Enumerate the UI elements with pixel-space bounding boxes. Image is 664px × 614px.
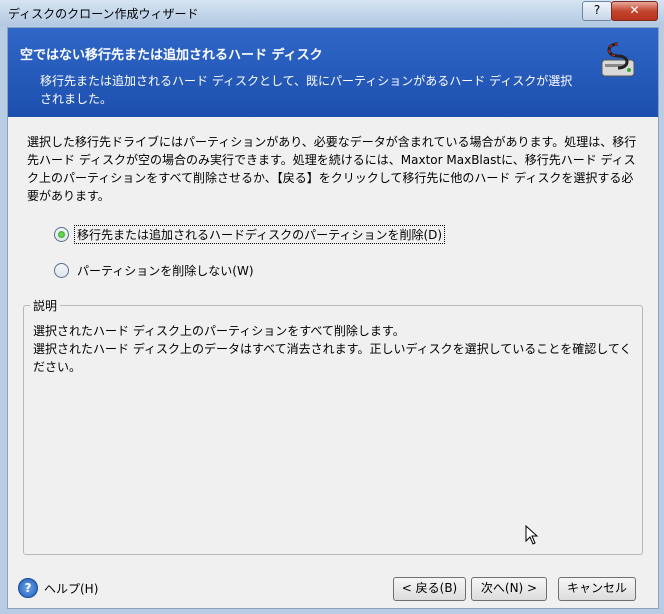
window-title: ディスクのクローン作成ウィザード [8,7,199,21]
description-line-2: 選択されたハード ディスク上のデータはすべて消去されます。正しいディスクを選択し… [33,342,632,374]
radio-keep[interactable] [54,263,69,278]
cancel-button[interactable]: キャンセル [558,577,636,601]
wizard-window: 空ではない移行先または追加されるハード ディスク 移行先または追加されるハード … [7,27,659,609]
header-subtitle: 移行先または追加されるハード ディスクとして、既にパーティションがあるハード デ… [40,74,573,106]
wizard-header: 空ではない移行先または追加されるハード ディスク 移行先または追加されるハード … [8,28,658,117]
title-help-button[interactable]: ? [582,1,612,21]
instruction-text: 選択した移行先ドライブにはパーティションがあり、必要なデータが含まれている場合が… [27,135,637,203]
option-keep-label: パーティションを削除しない(W) [77,264,254,278]
help-icon: ? [18,578,38,598]
description-text: 選択されたハード ディスク上のパーティションをすべて削除します。 選択されたハー… [33,322,633,376]
option-delete-label: 移行先または追加されるハードディスクのパーティションを削除(D) [74,225,446,244]
header-title: 空ではない移行先または追加されるハード ディスク [20,48,323,63]
option-keep-partitions[interactable]: パーティションを削除しない(W) [54,262,257,279]
description-line-1: 選択されたハード ディスク上のパーティションをすべて削除します。 [33,324,405,338]
radio-delete[interactable] [54,227,69,242]
back-button[interactable]: < 戻る(B) [393,577,466,601]
mouse-pointer-icon [525,525,539,545]
close-button[interactable]: ✕ [611,1,658,21]
help-label: ヘルプ(H) [44,581,99,596]
description-group: 説明 選択されたハード ディスク上のパーティションをすべて削除します。 選択され… [23,297,643,555]
option-delete-partitions[interactable]: 移行先または追加されるハードディスクのパーティションを削除(D) [54,225,446,244]
help-link[interactable]: ? ヘルプ(H) [18,578,98,598]
title-bar: ディスクのクローン作成ウィザード ? ✕ [0,0,664,26]
next-button[interactable]: 次へ(N) > [471,577,547,601]
disk-clone-icon [601,42,635,77]
description-legend: 説明 [30,297,61,314]
